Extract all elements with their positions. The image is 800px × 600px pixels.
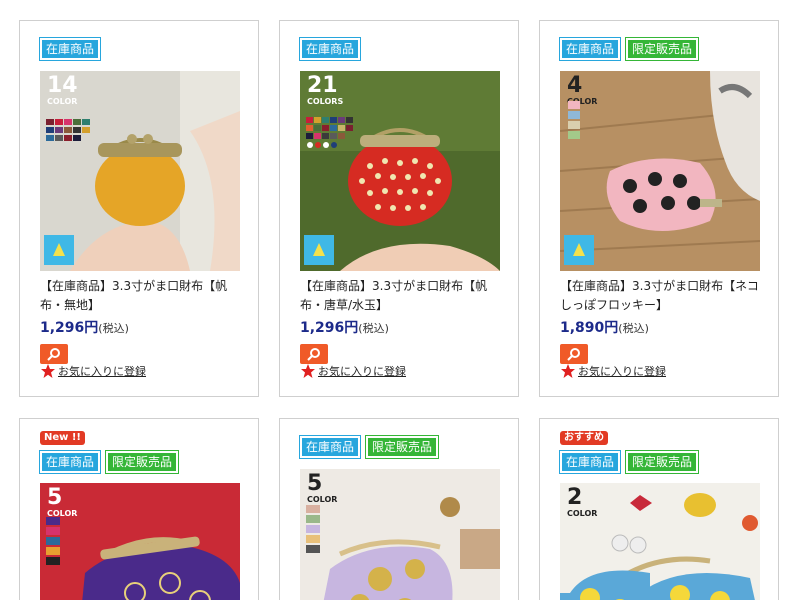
color-swatch-grid [46,119,90,141]
product-name-link[interactable]: 【在庫商品】3.3寸がま口財布【帆布・無地】 [40,277,245,315]
product-image[interactable]: 4 COLOR [560,71,760,271]
color-swatch-grid [306,117,353,148]
limited-tag: 限定販売品 [625,37,700,61]
color-count-label: 2 COLOR [567,485,598,519]
product-image[interactable]: 2 COLOR [560,483,760,600]
star-icon [41,364,55,378]
product-price: 1,296円(税込) [40,320,129,336]
new-badge: New !! [40,431,85,445]
product-image[interactable]: 21 COLORS [300,71,500,271]
color-swatch-grid [306,505,320,553]
limited-tag: 限定販売品 [365,435,440,459]
zoom-button[interactable] [560,344,588,364]
add-favorite-link[interactable]: お気に入りに登録 [40,363,146,379]
brand-logo [564,235,594,265]
brand-logo [304,235,334,265]
in-stock-tag: 在庫商品 [38,450,102,474]
star-icon [301,364,315,378]
magnifier-icon [567,348,580,361]
magnifier-icon [307,348,320,361]
color-count-label: 5 COLOR [47,485,78,519]
tag-group: 在庫商品 限定販売品 [298,435,440,459]
product-image[interactable]: 5 COLOR [40,483,240,600]
color-count-label: 21 COLORS [307,73,344,107]
product-card: 在庫商品 限定販売品 5 COLOR [279,418,519,600]
zoom-button[interactable] [300,344,328,364]
product-name-link[interactable]: 【在庫商品】3.3寸がま口財布【帆布・唐草/水玉】 [300,277,505,315]
product-card: 在庫商品 14 COLOR 【在庫商品】3.3寸がま口財布【帆布・無地】 1,2… [19,20,259,397]
recommended-badge: おすすめ [560,431,608,445]
in-stock-tag: 在庫商品 [558,37,622,61]
product-price: 1,890円(税込) [560,320,649,336]
limited-tag: 限定販売品 [105,450,180,474]
product-name-link[interactable]: 【在庫商品】3.3寸がま口財布【ネコしっぽフロッキー】 [560,277,765,315]
product-image[interactable]: 5 COLOR [300,469,500,600]
brand-logo [44,235,74,265]
color-swatch-grid [568,101,580,139]
limited-tag: 限定販売品 [625,450,700,474]
in-stock-tag: 在庫商品 [38,37,102,61]
tag-group: 在庫商品 限定販売品 [38,450,180,474]
in-stock-tag: 在庫商品 [558,450,622,474]
product-card: おすすめ 在庫商品 限定販売品 2 COLOR [539,418,779,600]
tag-group: 在庫商品 [38,37,102,61]
color-swatch-grid [46,517,60,565]
tag-group: 在庫商品 [298,37,362,61]
zoom-button[interactable] [40,344,68,364]
product-card: New !! 在庫商品 限定販売品 5 COLOR [19,418,259,600]
product-price: 1,296円(税込) [300,320,389,336]
product-image[interactable]: 14 COLOR [40,71,240,271]
product-card: 在庫商品 21 COLORS 【在庫商品】3.3寸がま口財布【帆布・唐草/水玉】… [279,20,519,397]
add-favorite-link[interactable]: お気に入りに登録 [560,363,666,379]
in-stock-tag: 在庫商品 [298,37,362,61]
star-icon [561,364,575,378]
tag-group: 在庫商品 限定販売品 [558,450,700,474]
color-count-label: 14 COLOR [47,73,78,107]
tag-group: 在庫商品 限定販売品 [558,37,700,61]
product-card: 在庫商品 限定販売品 4 COLOR 【在庫商品】3.3寸がま口財布【ネコしっぽ… [539,20,779,397]
add-favorite-link[interactable]: お気に入りに登録 [300,363,406,379]
magnifier-icon [47,348,60,361]
color-count-label: 5 COLOR [307,471,338,505]
in-stock-tag: 在庫商品 [298,435,362,459]
